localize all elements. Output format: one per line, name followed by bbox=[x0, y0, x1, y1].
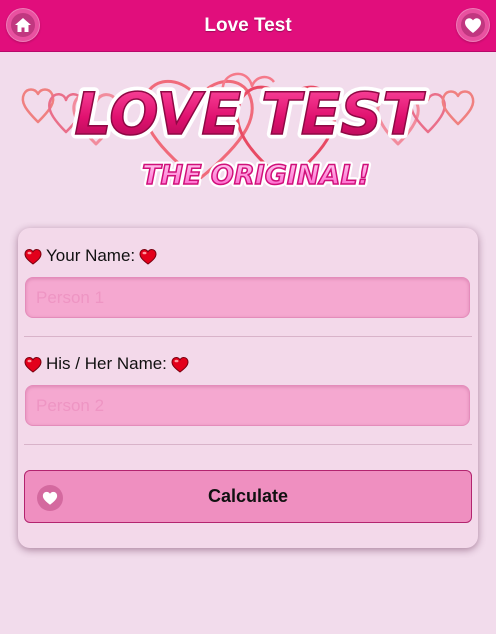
page-title: Love Test bbox=[204, 15, 292, 36]
your-name-label: Your Name: bbox=[46, 246, 136, 265]
favorites-button[interactable] bbox=[456, 8, 490, 42]
red-heart-icon bbox=[171, 356, 189, 373]
love-test-logo: LOVE TEST LOVE TEST THE ORIGINAL! THE OR… bbox=[21, 72, 475, 195]
heart-icon bbox=[465, 18, 481, 33]
logo-line1: LOVE TEST bbox=[74, 80, 426, 148]
red-heart-icon bbox=[139, 248, 157, 265]
calculate-label: Calculate bbox=[207, 486, 289, 506]
your-name-input[interactable] bbox=[25, 277, 470, 318]
logo-line2: THE ORIGINAL! bbox=[142, 160, 370, 191]
red-heart-icon bbox=[24, 356, 42, 373]
divider bbox=[24, 444, 472, 445]
header-bar: Love Test bbox=[0, 0, 496, 52]
partner-name-input[interactable] bbox=[25, 385, 470, 426]
logo-title: LOVE TEST LOVE TEST THE ORIGINAL! THE OR… bbox=[70, 76, 431, 195]
home-button[interactable] bbox=[6, 8, 40, 42]
your-name-label-row: Your Name: bbox=[24, 245, 157, 267]
partner-name-label: His / Her Name: bbox=[46, 354, 167, 373]
calculate-button[interactable]: Calculate bbox=[24, 470, 472, 523]
partner-name-label-row: His / Her Name: bbox=[24, 353, 189, 375]
divider bbox=[24, 336, 472, 337]
red-heart-icon bbox=[24, 248, 42, 265]
home-icon bbox=[15, 18, 31, 32]
love-test-form: Your Name: His / Her Name: Calculate bbox=[18, 228, 478, 548]
